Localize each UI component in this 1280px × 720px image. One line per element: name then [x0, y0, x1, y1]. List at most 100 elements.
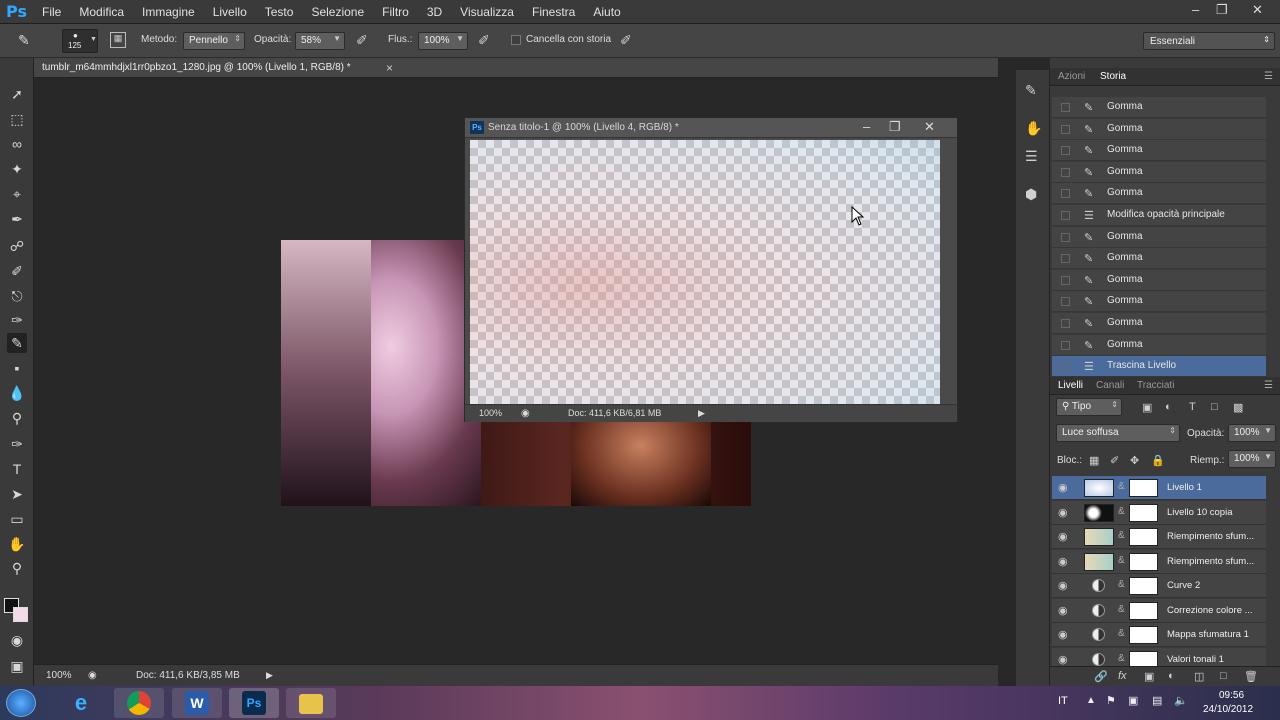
network-icon[interactable]: ▤ [1152, 694, 1162, 707]
history-source-checkbox[interactable] [1061, 189, 1070, 199]
history-source-checkbox[interactable] [1061, 297, 1070, 307]
dodge-tool-icon[interactable]: ⚲ [7, 408, 27, 428]
history-source-checkbox[interactable] [1061, 254, 1070, 264]
tab-canali[interactable]: Canali [1096, 380, 1124, 391]
menu-testo[interactable]: Testo [265, 5, 294, 19]
trash-icon[interactable]: 🗑 [1244, 670, 1258, 683]
windows-start-icon[interactable] [6, 689, 36, 717]
magic-wand-tool-icon[interactable]: ✦ [7, 159, 27, 179]
transparent-canvas[interactable] [470, 140, 940, 404]
layer-mask-thumbnail[interactable] [1129, 479, 1158, 497]
mask-link-icon[interactable]: & [1118, 628, 1125, 639]
history-item[interactable]: ✎ Gomma [1052, 183, 1266, 205]
marquee-tool-icon[interactable]: ⬚ [7, 109, 27, 129]
brush-tool-icon[interactable]: ✐ [7, 261, 27, 281]
menu-modifica[interactable]: Modifica [79, 5, 124, 19]
menu-visualizza[interactable]: Visualizza [460, 5, 514, 19]
new-layer-icon[interactable]: □ [1220, 670, 1227, 682]
tab-azioni[interactable]: Azioni [1058, 71, 1085, 82]
history-source-checkbox[interactable] [1061, 340, 1070, 350]
path-selection-tool-icon[interactable]: ➤ [7, 484, 27, 504]
visibility-eye-icon[interactable]: ◉ [1058, 481, 1068, 494]
volume-icon[interactable]: 🔈 [1174, 694, 1188, 707]
layer-mask-thumbnail[interactable] [1129, 577, 1158, 595]
history-source-checkbox[interactable] [1061, 232, 1070, 242]
zoom-value[interactable]: 100% [46, 670, 72, 681]
history-source-checkbox[interactable] [1061, 167, 1070, 177]
info-icon[interactable]: ◉ [521, 408, 530, 419]
menu-immagine[interactable]: Immagine [142, 5, 195, 19]
visibility-eye-icon[interactable]: ◉ [1058, 604, 1068, 617]
background-color-swatch[interactable] [13, 607, 28, 622]
taskbar-word[interactable]: W [172, 688, 222, 718]
eyedropper-tool-icon[interactable]: ✒ [7, 209, 27, 229]
type-tool-icon[interactable]: T [7, 459, 27, 479]
panel-menu-icon[interactable]: ☰ [1264, 71, 1273, 82]
workspace-select[interactable]: Essenziali ⇕ [1143, 32, 1275, 50]
history-source-checkbox[interactable] [1061, 124, 1070, 134]
history-item[interactable]: ☰ Trascina Livello [1052, 356, 1266, 378]
lock-position-icon[interactable]: ✥ [1130, 454, 1139, 467]
layer-mask-thumbnail[interactable] [1129, 601, 1158, 620]
mask-link-icon[interactable]: & [1118, 506, 1125, 517]
history-item[interactable]: ✎ Gomma [1052, 140, 1266, 162]
history-item[interactable]: ✎ Gomma [1052, 291, 1266, 313]
mask-link-icon[interactable]: & [1118, 604, 1125, 615]
blend-mode-select[interactable]: Luce soffusa ⇕ [1056, 424, 1180, 442]
play-arrow-icon[interactable]: ▶ [266, 670, 273, 681]
brush-presets-icon[interactable]: ✋ [1025, 120, 1042, 137]
erase-history-checkbox[interactable] [511, 35, 521, 45]
menu-finestra[interactable]: Finestra [532, 5, 575, 19]
layer-row[interactable]: ◉ & Mappa sfumatura 1 [1052, 623, 1266, 647]
visibility-eye-icon[interactable]: ◉ [1058, 579, 1068, 592]
layer-mask-thumbnail[interactable] [1129, 528, 1158, 546]
mask-icon[interactable]: ▣ [1144, 670, 1154, 683]
pressure-size-icon[interactable]: ✐ [620, 32, 632, 49]
minimize-button[interactable]: – [1192, 2, 1199, 17]
lock-all-icon[interactable]: 🔒 [1151, 454, 1165, 467]
fill-input[interactable]: 100% ▼ [1228, 450, 1276, 468]
taskbar-ie[interactable]: e [56, 688, 106, 718]
method-select[interactable]: Pennello ⇕ [183, 32, 245, 50]
flow-input[interactable]: 100% ▼ [418, 32, 468, 50]
filter-shape-icon[interactable]: □ [1211, 401, 1218, 413]
layer-name[interactable]: Riempimento sfum... [1167, 556, 1254, 567]
visibility-eye-icon[interactable]: ◉ [1058, 530, 1068, 543]
history-panel-icon[interactable]: ✎ [1025, 82, 1037, 99]
filter-pixel-icon[interactable]: ▣ [1142, 401, 1152, 414]
menu-filtro[interactable]: Filtro [382, 5, 409, 19]
pressure-opacity-icon[interactable]: ✐ [356, 32, 368, 49]
adjustment-layer-icon[interactable] [1092, 628, 1105, 641]
layer-name[interactable]: Riempimento sfum... [1167, 531, 1254, 542]
opacity-input[interactable]: 58% ▼ [295, 32, 345, 50]
tab-storia[interactable]: Storia [1100, 71, 1126, 82]
visibility-eye-icon[interactable]: ◉ [1058, 506, 1068, 519]
fx-icon[interactable]: fx [1118, 670, 1127, 682]
document-tab[interactable]: tumblr_m64mmhdjxl1rr0pbzo1_1280.jpg @ 10… [34, 58, 998, 78]
close-button[interactable]: ✕ [1252, 2, 1263, 18]
tab-livelli[interactable]: Livelli [1058, 380, 1083, 391]
mask-link-icon[interactable]: & [1118, 579, 1125, 590]
history-item[interactable]: ✎ Gomma [1052, 161, 1266, 183]
tray-app-icon[interactable]: ▣ [1128, 694, 1138, 707]
mask-link-icon[interactable]: & [1118, 653, 1125, 664]
adjustments-icon[interactable]: ☰ [1025, 148, 1038, 165]
visibility-eye-icon[interactable]: ◉ [1058, 628, 1068, 641]
history-source-checkbox[interactable] [1061, 275, 1070, 285]
history-item[interactable]: ✎ Gomma [1052, 269, 1266, 291]
history-item[interactable]: ✎ Gomma [1052, 334, 1266, 356]
taskbar-explorer[interactable] [286, 688, 336, 718]
zoom-tool-icon[interactable]: ⚲ [7, 558, 27, 578]
layer-row[interactable]: ◉ & Curve 2 [1052, 574, 1266, 598]
layer-mask-thumbnail[interactable] [1129, 503, 1158, 522]
layer-thumbnail[interactable] [1084, 528, 1114, 546]
layer-thumbnail[interactable] [1084, 479, 1114, 497]
filter-smart-icon[interactable]: ▩ [1233, 401, 1243, 414]
taskbar-photoshop[interactable]: Ps [229, 688, 279, 718]
visibility-eye-icon[interactable]: ◉ [1058, 653, 1068, 666]
menu-3d[interactable]: 3D [427, 5, 442, 19]
adjustment-layer-icon[interactable]: ◐ [1168, 670, 1175, 682]
restore-button[interactable]: ❐ [1216, 2, 1228, 18]
lock-pixels-icon[interactable]: ✐ [1110, 454, 1119, 467]
layer-mask-thumbnail[interactable] [1129, 552, 1158, 571]
